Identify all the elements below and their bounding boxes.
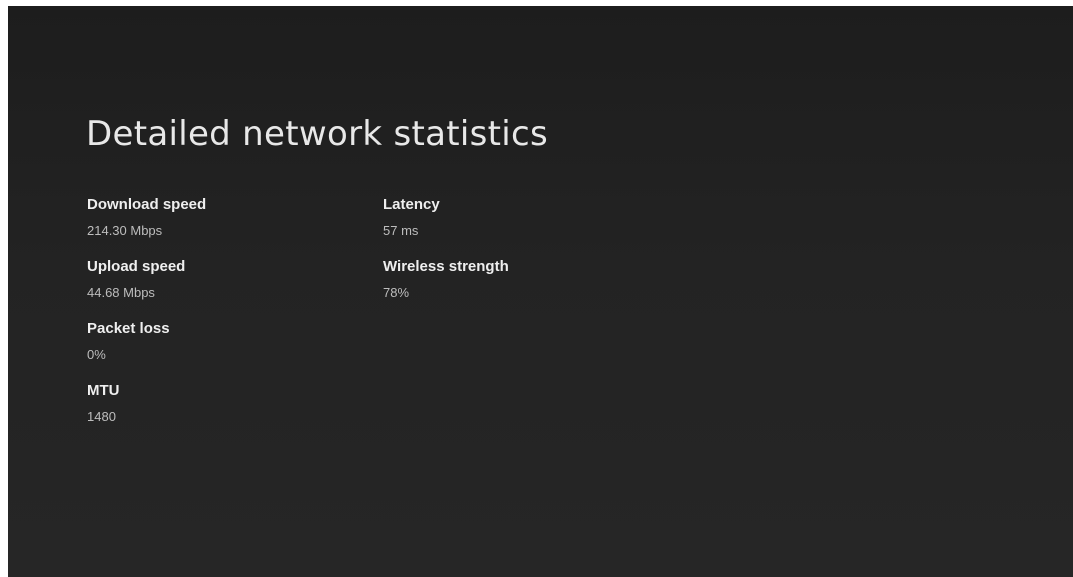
wireless-strength-label: Wireless strength	[383, 258, 509, 275]
mtu-label: MTU	[87, 382, 120, 399]
packet-loss-value: 0%	[87, 347, 106, 362]
network-statistics-screen: Detailed network statistics Download spe…	[8, 6, 1073, 577]
download-speed-label: Download speed	[87, 196, 207, 213]
stat-latency: Latency 57 ms	[383, 196, 440, 239]
upload-speed-value: 44.68 Mbps	[87, 285, 155, 300]
page-title: Detailed network statistics	[86, 114, 549, 154]
stat-wireless-strength: Wireless strength 78%	[383, 258, 509, 301]
mtu-value: 1480	[87, 409, 116, 424]
wireless-strength-value: 78%	[383, 285, 410, 300]
upload-speed-label: Upload speed	[87, 258, 186, 275]
latency-value: 57 ms	[383, 223, 419, 238]
packet-loss-label: Packet loss	[87, 320, 170, 337]
download-speed-value: 214.30 Mbps	[87, 223, 163, 238]
stat-download-speed: Download speed 214.30 Mbps	[87, 196, 206, 239]
stat-mtu: MTU 1480	[87, 382, 120, 425]
stat-upload-speed: Upload speed 44.68 Mbps	[87, 258, 185, 301]
latency-label: Latency	[383, 196, 440, 213]
stat-packet-loss: Packet loss 0%	[87, 320, 170, 363]
